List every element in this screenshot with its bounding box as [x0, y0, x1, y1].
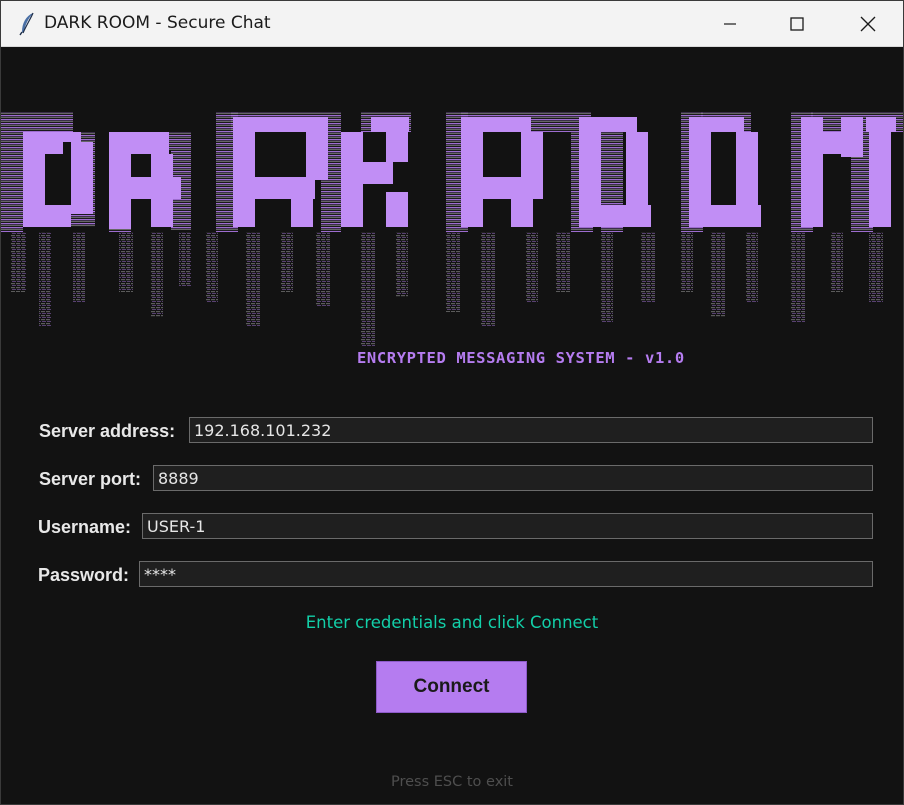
close-icon [860, 16, 876, 31]
username-field[interactable]: USER-1 [142, 513, 873, 539]
exit-hint: Press ESC to exit [391, 774, 513, 790]
minimize-icon [724, 22, 736, 25]
server-address-label: Server address: [39, 421, 176, 441]
app-window: DARK ROOM - Secure Chat ENCRYPTED MESSAG… [0, 0, 904, 805]
dark-room-logo [1, 112, 903, 347]
maximize-button[interactable] [774, 1, 820, 46]
app-subtitle: ENCRYPTED MESSAGING SYSTEM - v1.0 [357, 349, 685, 367]
server-port-label: Server port: [39, 469, 142, 489]
window-title: DARK ROOM - Secure Chat [44, 13, 271, 33]
status-message: Enter credentials and click Connect [305, 613, 599, 632]
connect-button[interactable]: Connect [376, 661, 527, 713]
feather-icon [19, 12, 34, 36]
server-port-field[interactable]: 8889 [153, 465, 873, 491]
password-label: Password: [38, 565, 130, 585]
close-button[interactable] [845, 1, 891, 46]
main-content: ENCRYPTED MESSAGING SYSTEM - v1.0 Server… [1, 47, 903, 804]
maximize-icon [790, 16, 804, 31]
title-bar[interactable]: DARK ROOM - Secure Chat [1, 1, 903, 47]
minimize-button[interactable] [707, 1, 753, 46]
password-field[interactable]: **** [139, 561, 873, 587]
server-address-field[interactable]: 192.168.101.232 [189, 417, 873, 443]
username-label: Username: [38, 517, 132, 537]
